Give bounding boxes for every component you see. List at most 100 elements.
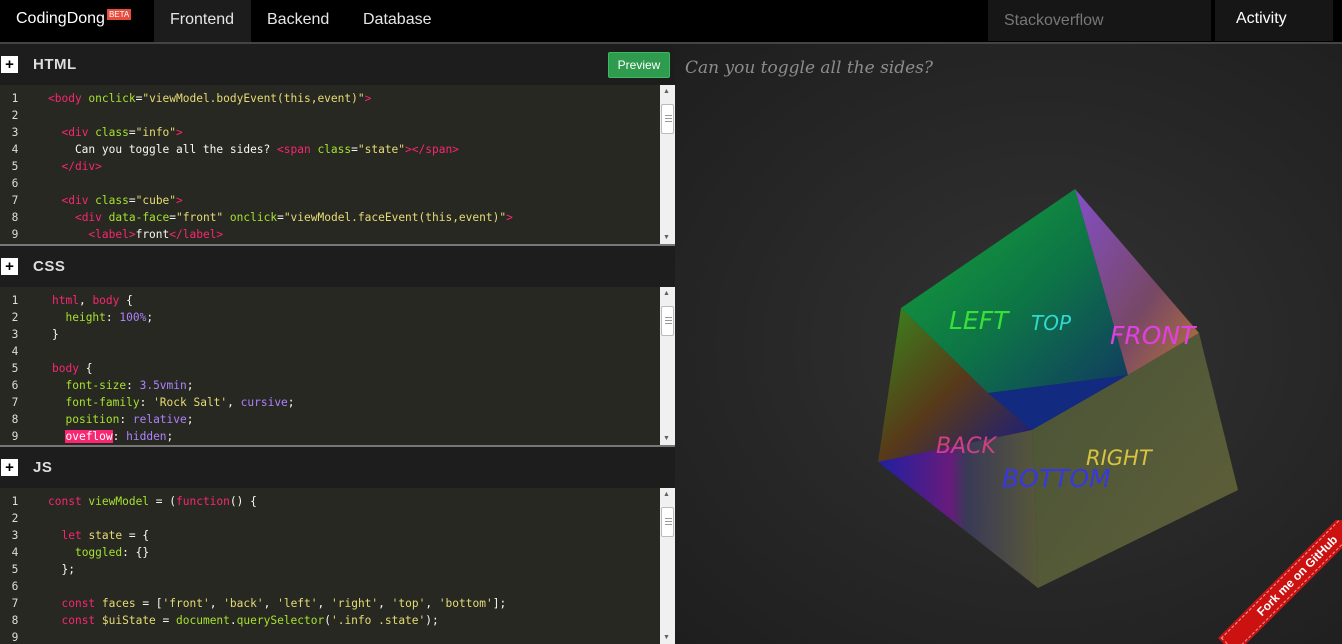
line-number: 6 [11, 580, 19, 593]
line-number: 9 [11, 631, 19, 644]
line-number: 5 [11, 362, 19, 375]
line-number: 2 [11, 311, 19, 324]
line-number: 3 [11, 529, 19, 542]
code-text: const faces = ['front', 'back', 'left', … [61, 597, 507, 610]
grip-line [665, 521, 672, 522]
fork-ribbon[interactable]: Fork me on GitHub [1218, 520, 1342, 644]
line-number: 4 [11, 345, 19, 358]
line-number: 7 [11, 396, 19, 409]
grip-line [665, 121, 672, 122]
line-number: 1 [11, 92, 19, 105]
line-number: 9 [11, 228, 19, 241]
code-text: <label>front</label> [88, 228, 224, 241]
line-number: 8 [11, 413, 19, 426]
line-number: 3 [11, 126, 19, 139]
code-text: Can you toggle all the sides? <span clas… [48, 143, 459, 156]
css-pane: + CSS 1 html, body { 2 height: 100%; 3} 4 5 bo… [0, 246, 675, 445]
code-text: font-size: 3.5vmin; [65, 379, 194, 392]
code-text: <div data-face="front" onclick="viewMode… [74, 211, 513, 224]
scroll-thumb[interactable] [661, 507, 674, 537]
code-text: let state = { [61, 529, 150, 542]
face-label-top: TOP [1031, 311, 1072, 335]
code-text: oveflow: hidden; [65, 430, 174, 443]
scroll-up-icon[interactable]: ▲ [663, 491, 670, 498]
line-number: 2 [11, 512, 19, 525]
tab-database[interactable]: Database [347, 0, 448, 43]
code-text: }; [48, 563, 75, 576]
js-pane: + JS 1 const viewModel = (function() { 2 3 … [0, 447, 675, 644]
preview-button[interactable]: Preview [608, 52, 670, 78]
code-text: html, body { [52, 294, 133, 307]
line-number: 2 [11, 109, 19, 122]
line-number: 4 [11, 546, 19, 559]
scrollbar[interactable]: ▲ ▼ [660, 287, 675, 445]
grip-line [665, 118, 672, 119]
line-number: 5 [11, 160, 19, 173]
scroll-up-icon[interactable]: ▲ [663, 88, 670, 95]
code-text: <div class="cube"> [61, 194, 183, 207]
expand-icon[interactable]: + [1, 459, 18, 476]
pane-header: + HTML Preview [0, 44, 675, 85]
pane-title: HTML [33, 56, 77, 73]
code-text: font-family: 'Rock Salt', cursive; [65, 396, 295, 409]
code-text: const $uiState = document.querySelector(… [61, 614, 439, 627]
scroll-up-icon[interactable]: ▲ [663, 290, 670, 297]
line-number: 7 [11, 597, 19, 610]
line-number: 6 [11, 177, 19, 190]
grip-line [665, 320, 672, 321]
brand-logo[interactable]: CodingDong BETA [16, 9, 132, 28]
code-text: toggled: {} [74, 546, 150, 559]
code-text: <body onclick="viewModel.bodyEvent(this,… [48, 92, 372, 105]
tab-frontend[interactable]: Frontend [154, 0, 251, 43]
top-nav: CodingDong BETA Frontend Backend Database… [0, 0, 1342, 43]
face-label-bottom: BOTTOM [1002, 464, 1111, 493]
pane-title: CSS [33, 258, 66, 275]
scroll-thumb[interactable] [661, 104, 674, 134]
line-number: 3 [11, 328, 19, 341]
line-number: 1 [11, 294, 19, 307]
scrollbar[interactable]: ▲ ▼ [660, 85, 675, 244]
code-text: <div class="info"> [61, 126, 183, 139]
pane-title: JS [33, 459, 53, 476]
expand-icon[interactable]: + [1, 56, 18, 73]
face-label-left: LEFT [949, 306, 1010, 335]
line-number: 1 [11, 495, 19, 508]
scroll-thumb[interactable] [661, 306, 674, 336]
grip-line [665, 317, 672, 318]
grip-line [665, 115, 672, 116]
expand-icon[interactable]: + [1, 258, 18, 275]
html-pane: + HTML Preview 1 <body onclick="viewModel… [0, 44, 675, 244]
code-text: height: 100%; [65, 311, 154, 324]
pane-header: + JS [0, 447, 675, 488]
tab-backend[interactable]: Backend [251, 0, 345, 43]
line-number: 5 [11, 563, 19, 576]
grip-line [665, 323, 672, 324]
code-editor[interactable]: 1 <body onclick="viewModel.bodyEvent(this… [0, 85, 660, 244]
face-label-back: BACK [936, 434, 998, 459]
code-text: } [52, 328, 59, 341]
scrollbar[interactable]: ▲ ▼ [660, 488, 675, 644]
grip-line [665, 524, 672, 525]
scroll-down-icon[interactable]: ▼ [663, 435, 670, 442]
line-number: 9 [11, 430, 19, 443]
line-number: 8 [11, 211, 19, 224]
search-input[interactable]: Stackoverflow [988, 0, 1211, 41]
scroll-down-icon[interactable]: ▼ [663, 634, 670, 641]
beta-badge: BETA [106, 9, 132, 20]
line-number: 8 [11, 614, 19, 627]
code-text: position: relative; [65, 413, 194, 426]
scroll-down-icon[interactable]: ▼ [663, 234, 670, 241]
code-text: body { [52, 362, 93, 375]
line-number: 4 [11, 143, 19, 156]
face-label-front: FRONT [1110, 321, 1197, 350]
brand-name: CodingDong [16, 10, 105, 27]
code-text: const viewModel = (function() { [48, 495, 257, 508]
code-text: </div> [61, 160, 102, 173]
activity-button[interactable]: Activity [1215, 0, 1333, 41]
line-number: 7 [11, 194, 19, 207]
code-editor[interactable]: 1 const viewModel = (function() { 2 3 let s… [0, 488, 660, 644]
pane-header: + CSS [0, 246, 675, 287]
grip-line [665, 518, 672, 519]
line-number: 6 [11, 379, 19, 392]
code-editor[interactable]: 1 html, body {2 height: 100%; 3} 4 5 body {6 … [0, 287, 660, 445]
